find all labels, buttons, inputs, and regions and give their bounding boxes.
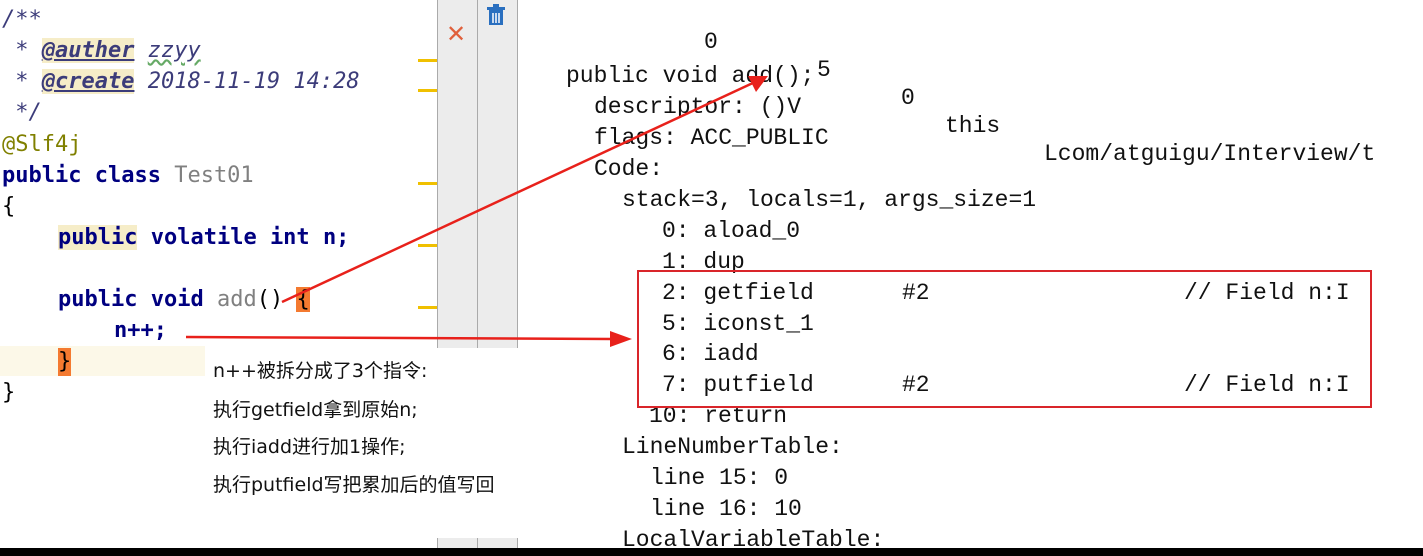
line-entry: line 15: 0 xyxy=(650,465,789,491)
stack-info: stack=3, locals=1, args_size=1 xyxy=(622,187,1037,213)
code-label: Code: xyxy=(594,156,664,182)
warning-marker[interactable] xyxy=(418,306,437,309)
bottom-bar xyxy=(0,548,1423,556)
line-entry: line 16: 10 xyxy=(650,496,802,522)
flags: flags: ACC_PUBLIC xyxy=(594,125,829,151)
annotation-line: n++被拆分成了3个指令: xyxy=(213,360,428,382)
annotation-line: 执行getfield拿到原始n; xyxy=(213,399,418,421)
arrowhead-icon xyxy=(610,331,632,347)
warning-marker[interactable] xyxy=(418,244,437,247)
instruction-row: 0: aload_0 xyxy=(662,218,801,244)
annotation-line: 执行putfield写把累加后的值写回 xyxy=(213,474,495,496)
annotation-note: n++被拆分成了3个指令: 执行getfield拿到原始n; 执行iadd进行加… xyxy=(205,348,545,538)
annotation-line: 执行iadd进行加1操作; xyxy=(213,436,406,458)
line-number-table-label: LineNumberTable: xyxy=(622,434,843,460)
current-line-highlight xyxy=(0,346,205,376)
code-line: n++; xyxy=(114,318,167,343)
arrow-increment-to-box xyxy=(185,335,613,341)
descriptor: descriptor: ()V xyxy=(594,94,802,120)
highlight-box xyxy=(637,270,1372,408)
code-line: } xyxy=(2,380,16,405)
code-line: } xyxy=(58,348,72,376)
code-line: public volatile int n; xyxy=(58,225,350,250)
method-signature: public void add(); xyxy=(566,63,815,89)
code-line: { xyxy=(2,194,16,219)
code-line: public void add() { xyxy=(58,287,310,312)
